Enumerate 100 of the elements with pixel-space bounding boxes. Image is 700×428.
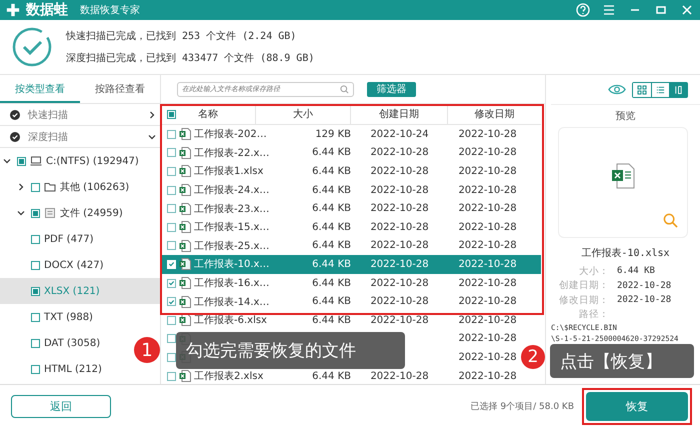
checkbox[interactable] (167, 372, 176, 381)
created-date: 2022-10-24 (370, 128, 429, 140)
tree-item[interactable]: C:(NTFS) (192947) (0, 148, 139, 174)
created-date: 2022-10-28 (370, 166, 429, 177)
step-number-badge: 1 (134, 337, 160, 363)
scan-group-item[interactable]: 快速扫描 (0, 104, 160, 126)
checkbox[interactable] (167, 352, 176, 362)
spreadsheet-file-icon (179, 314, 191, 326)
checkbox[interactable] (167, 316, 176, 325)
help-icon[interactable] (576, 3, 590, 17)
column-header[interactable]: 名称 (198, 107, 218, 121)
preview-file-name: 工作报表-10.xlsx (581, 246, 670, 260)
detail-value: 2022-10-28 (617, 295, 672, 306)
column-header[interactable]: 修改日期 (474, 107, 514, 121)
file-row[interactable]: 工作报表2.xlsx 6.44 KB 2022-10-28 2022-10-28 (161, 366, 541, 384)
file-row[interactable]: 工作报表-10.x… 6.44 KB 2022-10-28 2022-10-28 (161, 255, 541, 274)
callout-tooltip: 勾选完需要恢复的文件 (176, 332, 405, 369)
zoom-icon[interactable] (663, 213, 678, 228)
chevron-down-icon[interactable] (3, 157, 11, 165)
tree-item[interactable]: TXT (988) (0, 304, 93, 330)
checkbox[interactable] (167, 130, 176, 139)
file-row[interactable]: 工作报表-14.x… 6.44 KB 2022-10-28 2022-10-28 (161, 292, 541, 311)
created-date: 2022-10-28 (370, 203, 429, 214)
filter-button[interactable]: 筛选器 (367, 82, 416, 96)
file-row[interactable]: 工作报表1.xlsx 6.44 KB 2022-10-28 2022-10-28 (161, 162, 541, 181)
file-row[interactable]: 工作报表-15.x… 6.44 KB 2022-10-28 2022-10-28 (161, 218, 541, 237)
file-name: 工作报表-202… (194, 128, 267, 142)
chevron-down-icon[interactable] (17, 209, 25, 217)
spreadsheet-file-icon (179, 221, 191, 234)
view-tab[interactable]: 按类型查看 (0, 75, 80, 103)
app-subtitle: 数据恢复专家 (80, 4, 140, 17)
checkbox[interactable] (31, 182, 40, 192)
restore-button[interactable]: 恢复 (586, 392, 688, 421)
checkbox[interactable] (167, 186, 176, 195)
column-header[interactable]: 大小 (293, 107, 313, 121)
scan-result-text: 深度扫描已完成，已找到 433477 个文件 (88.9 GB) (66, 52, 314, 65)
checkbox[interactable] (17, 156, 26, 166)
file-size: 6.44 KB (312, 370, 351, 382)
back-button[interactable]: 返回 (11, 395, 111, 418)
close-icon[interactable] (680, 3, 694, 17)
tree-item[interactable]: 文件 (24959) (0, 200, 123, 226)
checkbox[interactable] (167, 278, 176, 288)
menu-icon[interactable] (602, 3, 616, 17)
checkbox[interactable] (167, 166, 176, 176)
file-size: 6.44 KB (312, 147, 351, 158)
chevron-right-icon[interactable] (148, 110, 156, 118)
eye-icon[interactable] (608, 84, 626, 95)
scan-group-item[interactable]: 深度扫描 (0, 126, 160, 148)
grid-icon (637, 84, 647, 94)
spreadsheet-file-icon (179, 370, 191, 382)
spreadsheet-file-icon (179, 184, 191, 196)
select-all-checkbox[interactable] (167, 110, 176, 118)
tree-item[interactable]: DAT (3058) (0, 330, 100, 356)
file-row[interactable]: 工作报表-6.xlsx 6.44 KB 2022-10-28 2022-10-28 (161, 310, 541, 330)
file-row[interactable]: 工作报表-16.x… 6.44 KB 2022-10-28 2022-10-28 (161, 274, 541, 292)
checkbox[interactable] (31, 338, 40, 348)
tree-label: PDF (477) (44, 234, 94, 244)
tree-item[interactable]: PDF (477) (0, 226, 94, 252)
chevron-right-icon[interactable] (17, 183, 25, 191)
checkbox[interactable] (31, 260, 40, 270)
checkbox[interactable] (31, 234, 40, 244)
detail-value: 2022-10-28 (617, 280, 672, 291)
step-number-badge: 2 (521, 345, 545, 369)
file-row[interactable]: 工作报表-25.x… 6.44 KB 2022-10-28 2022-10-28 (161, 236, 541, 256)
checkbox[interactable] (31, 364, 40, 374)
tree-item[interactable]: HTML (212) (0, 356, 102, 382)
file-row[interactable]: 工作报表-202… 129 KB 2022-10-24 2022-10-28 (161, 125, 541, 144)
checkbox[interactable] (167, 241, 176, 250)
checkbox[interactable] (31, 286, 40, 296)
checkbox[interactable] (31, 312, 40, 322)
list-icon (656, 84, 665, 94)
checkbox[interactable] (31, 208, 40, 218)
tree-item[interactable]: 其他 (106263) (0, 174, 130, 200)
view-tab[interactable]: 按路径查看 (80, 75, 160, 103)
checkbox[interactable] (167, 334, 176, 344)
checkbox[interactable] (167, 148, 176, 158)
modified-date: 2022-10-28 (458, 240, 517, 252)
checkbox[interactable] (167, 222, 176, 232)
file-name: 工作报表-24.x… (194, 184, 270, 198)
tree-item[interactable]: DOCX (427) (0, 252, 104, 278)
check-circle-icon (10, 132, 20, 142)
checkbox[interactable] (167, 297, 176, 306)
column-header[interactable]: 创建日期 (379, 107, 419, 121)
callout-tooltip: 点击【恢复】 (550, 344, 694, 378)
detail-view-button[interactable] (669, 82, 687, 96)
spreadsheet-file-icon (179, 240, 191, 252)
scan-result-text: 快速扫描已完成，已找到 253 个文件 (2.24 GB) (66, 30, 298, 43)
file-row[interactable]: 工作报表-24.x… 6.44 KB 2022-10-28 2022-10-28 (161, 180, 541, 200)
chevron-down-icon[interactable] (148, 132, 156, 140)
checkbox[interactable] (167, 204, 176, 214)
modified-date: 2022-10-28 (458, 128, 517, 140)
search-icon[interactable] (340, 84, 349, 94)
spreadsheet-file-icon (179, 258, 191, 270)
file-size: 6.44 KB (312, 166, 351, 177)
file-name: 工作报表-10.x… (194, 258, 270, 272)
file-row[interactable]: 工作报表-23.x… 6.44 KB 2022-10-28 2022-10-28 (161, 199, 541, 218)
modified-date: 2022-10-28 (458, 258, 517, 270)
file-row[interactable]: 工作报表-22.x… 6.44 KB 2022-10-28 2022-10-28 (161, 144, 541, 162)
tree-label: 其他 (106263) (60, 180, 130, 194)
file-name: 工作报表-6.xlsx (194, 314, 267, 328)
